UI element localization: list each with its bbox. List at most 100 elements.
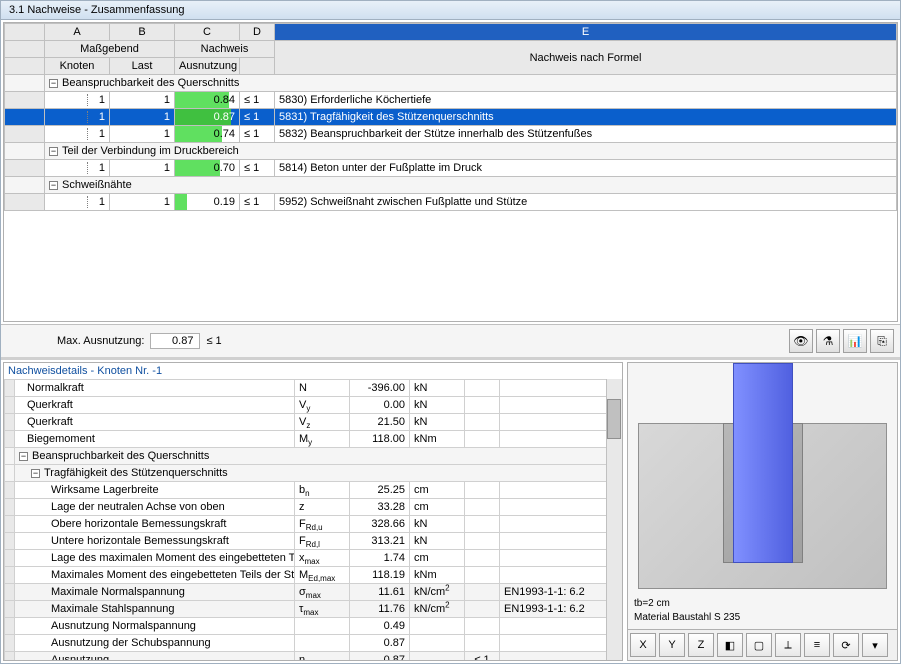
cell-le: ≤ 1: [240, 194, 275, 211]
scrollbar[interactable]: [606, 379, 622, 660]
cube-icon[interactable]: ▢: [746, 633, 772, 657]
chart-icon[interactable]: 📊: [843, 329, 867, 353]
detail-symbol: [295, 635, 350, 652]
detail-symbol: z: [295, 499, 350, 516]
max-util-label: Max. Ausnutzung:: [57, 335, 144, 347]
detail-row[interactable]: −Beanspruchbarkeit des Querschnitts: [5, 448, 622, 465]
detail-le: [465, 516, 500, 533]
rotate-icon[interactable]: ⟳: [833, 633, 859, 657]
export-icon[interactable]: ⎘: [870, 329, 894, 353]
group-label: Schweißnähte: [62, 179, 132, 191]
detail-row[interactable]: BiegemomentMy118.00kNm: [5, 431, 622, 448]
detail-label: Maximales Moment des eingebetteten Teils…: [15, 567, 295, 584]
col-B[interactable]: B: [110, 24, 175, 41]
detail-symbol: N: [295, 380, 350, 397]
axis-y-icon[interactable]: Y: [659, 633, 685, 657]
detail-row[interactable]: Maximale Normalspannungσmax11.61kN/cm2EN…: [5, 584, 622, 601]
grid-row[interactable]: 110.19≤ 15952) Schweißnaht zwischen Fußp…: [5, 194, 897, 211]
detail-row[interactable]: Lage der neutralen Achse von obenz33.28c…: [5, 499, 622, 516]
col-D[interactable]: D: [240, 24, 275, 41]
detail-label: Obere horizontale Bemessungskraft: [15, 516, 295, 533]
col-stub: [5, 24, 45, 41]
detail-row[interactable]: Maximale Stahlspannungτmax11.76kN/cm2EN1…: [5, 601, 622, 618]
detail-unit: cm: [410, 550, 465, 567]
upper-pane: A B C D E Maßgebend Nachweis Nachweis na…: [1, 20, 900, 360]
grid-row[interactable]: 110.70≤ 15814) Beton unter der Fußplatte…: [5, 160, 897, 177]
dropdown-icon[interactable]: ▾: [862, 633, 888, 657]
detail-group-label: Beanspruchbarkeit des Querschnitts: [32, 450, 209, 462]
cell-desc: 5831) Tragfähigkeit des Stützenquerschni…: [275, 109, 897, 126]
cell-util: 0.84: [175, 92, 240, 109]
detail-row[interactable]: Ausnutzung Normalspannung0.49: [5, 618, 622, 635]
steel-column: [733, 363, 793, 563]
hdr-last[interactable]: Last: [110, 58, 175, 75]
detail-unit: cm: [410, 482, 465, 499]
col-C[interactable]: C: [175, 24, 240, 41]
axis-z-icon[interactable]: Z: [688, 633, 714, 657]
3d-viewport[interactable]: tb=2 cm Material Baustahl S 235: [627, 362, 898, 630]
detail-unit: kN: [410, 516, 465, 533]
cell-util: 0.74: [175, 126, 240, 143]
detail-ref: [500, 635, 622, 652]
main-window: 3.1 Nachweise - Zusammenfassung A B C D …: [0, 0, 901, 664]
tree-toggle[interactable]: −: [49, 181, 58, 190]
detail-unit: kN: [410, 414, 465, 431]
details-scroll[interactable]: NormalkraftN-396.00kNQuerkraftVy0.00kNQu…: [4, 379, 622, 660]
detail-ref: [500, 567, 622, 584]
grid-row[interactable]: 110.87≤ 15831) Tragfähigkeit des Stützen…: [5, 109, 897, 126]
detail-row[interactable]: Maximales Moment des eingebetteten Teils…: [5, 567, 622, 584]
filter-icon[interactable]: ⚗: [816, 329, 840, 353]
col-A[interactable]: A: [45, 24, 110, 41]
detail-symbol: xmax: [295, 550, 350, 567]
detail-row[interactable]: Ausnutzung der Schubspannung0.87: [5, 635, 622, 652]
detail-row[interactable]: Wirksame Lagerbreitebn25.25cm: [5, 482, 622, 499]
detail-row[interactable]: Untere horizontale BemessungskraftFRd,l3…: [5, 533, 622, 550]
group-label: Beanspruchbarkeit des Querschnitts: [62, 77, 239, 89]
detail-value: 0.49: [350, 618, 410, 635]
cell-last: 1: [110, 92, 175, 109]
tree-toggle[interactable]: −: [49, 79, 58, 88]
results-grid[interactable]: A B C D E Maßgebend Nachweis Nachweis na…: [3, 22, 898, 322]
grid-row[interactable]: 110.84≤ 15830) Erforderliche Köchertiefe: [5, 92, 897, 109]
detail-row[interactable]: Obere horizontale BemessungskraftFRd,u32…: [5, 516, 622, 533]
detail-row[interactable]: Lage des maximalen Moment des eingebette…: [5, 550, 622, 567]
cell-knoten: 1: [45, 194, 110, 211]
detail-row[interactable]: QuerkraftVy0.00kN: [5, 397, 622, 414]
tree-toggle[interactable]: −: [19, 452, 28, 461]
tree-toggle[interactable]: −: [49, 147, 58, 156]
window-title: 3.1 Nachweise - Zusammenfassung: [1, 1, 900, 20]
viewport-label-material: Material Baustahl S 235: [634, 612, 740, 623]
detail-le: [465, 482, 500, 499]
detail-le: ≤ 1: [465, 652, 500, 661]
grid-row[interactable]: 110.74≤ 15832) Beanspruchbarkeit der Stü…: [5, 126, 897, 143]
details-panel: Nachweisdetails - Knoten Nr. -1 Normalkr…: [3, 362, 623, 661]
hdr-knoten[interactable]: Knoten: [45, 58, 110, 75]
detail-symbol: η: [295, 652, 350, 661]
col-E[interactable]: E: [275, 24, 897, 41]
detail-row[interactable]: Ausnutzungη0.87≤ 1: [5, 652, 622, 661]
eye-icon[interactable]: 👁: [789, 329, 813, 353]
detail-value: 11.76: [350, 601, 410, 618]
axis-x-icon[interactable]: X: [630, 633, 656, 657]
view-iso-icon[interactable]: ◧: [717, 633, 743, 657]
detail-label: Normalkraft: [15, 380, 295, 397]
detail-symbol: σmax: [295, 584, 350, 601]
hdr-ausnutzung[interactable]: Ausnutzung: [175, 58, 240, 75]
detail-ref: [500, 397, 622, 414]
detail-value: 313.21: [350, 533, 410, 550]
detail-le: [465, 567, 500, 584]
detail-row[interactable]: −Tragfähigkeit des Stützenquerschnitts: [5, 465, 622, 482]
cell-util: 0.19: [175, 194, 240, 211]
detail-le: [465, 584, 500, 601]
detail-le: [465, 499, 500, 516]
tree-toggle[interactable]: −: [31, 469, 40, 478]
detail-value: 0.87: [350, 635, 410, 652]
detail-unit: kN: [410, 397, 465, 414]
detail-ref: [500, 550, 622, 567]
dim-icon[interactable]: ⟂: [775, 633, 801, 657]
detail-label: Ausnutzung: [15, 652, 295, 661]
cell-util: 0.70: [175, 160, 240, 177]
detail-row[interactable]: QuerkraftVz21.50kN: [5, 414, 622, 431]
layers-icon[interactable]: ≡: [804, 633, 830, 657]
detail-row[interactable]: NormalkraftN-396.00kN: [5, 380, 622, 397]
